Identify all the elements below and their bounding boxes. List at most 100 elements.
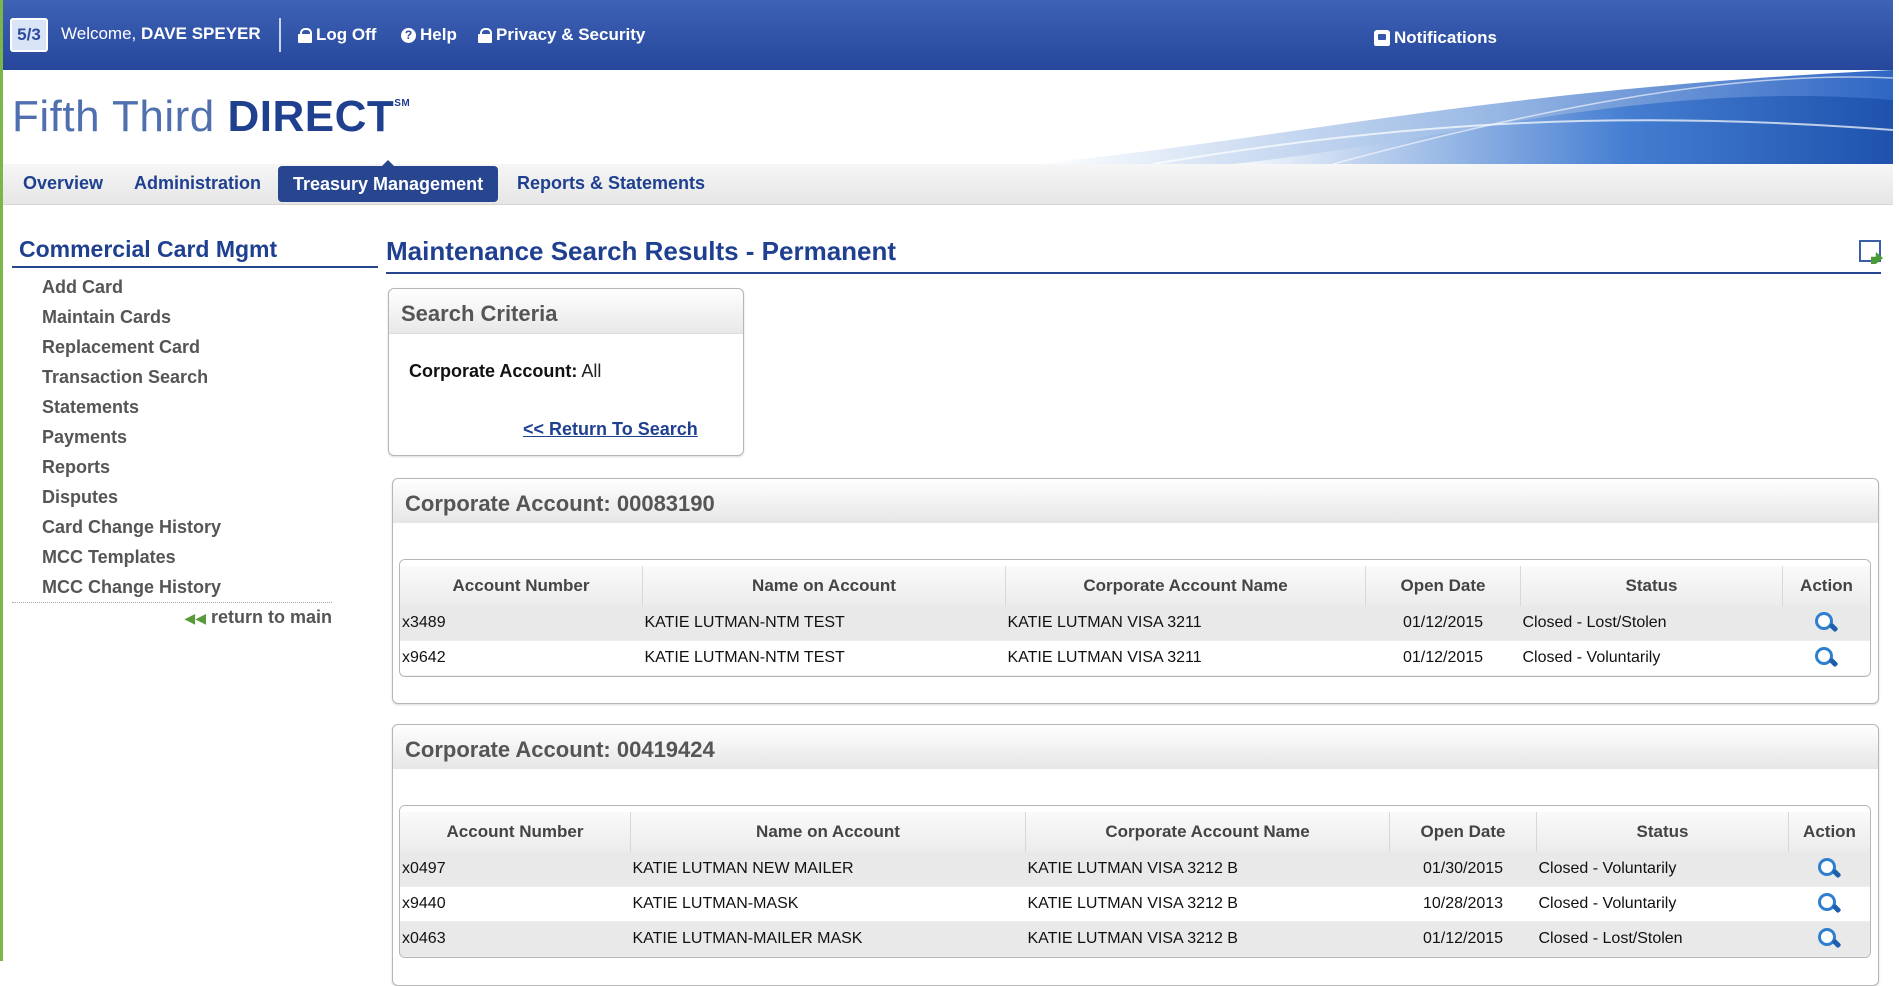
privacy-label: Privacy & Security <box>496 25 646 44</box>
table-row: x9642 KATIE LUTMAN-NTM TEST KATIE LUTMAN… <box>400 640 1870 676</box>
view-details-search-icon[interactable] <box>1814 611 1838 635</box>
col-action: Action <box>1788 806 1870 852</box>
cell-account-number: x9440 <box>400 886 631 922</box>
col-open-date[interactable]: Open Date <box>1389 806 1537 852</box>
table-row: x0497 KATIE LUTMAN NEW MAILER KATIE LUTM… <box>400 852 1870 887</box>
cell-corporate-account-name: KATIE LUTMAN VISA 3211 <box>1005 640 1366 676</box>
cell-status: Closed - Voluntarily <box>1520 640 1783 676</box>
cell-action <box>1782 606 1870 641</box>
help-icon: ? <box>401 27 416 43</box>
col-account-number[interactable]: Account Number <box>400 806 631 852</box>
brand-banner: Fifth Third DIRECTSM <box>3 70 1893 164</box>
sidebar-item-statements[interactable]: Statements <box>12 392 332 422</box>
sidebar: Commercial Card Mgmt Add Card Maintain C… <box>12 236 378 628</box>
welcome-text: Welcome, DAVE SPEYER <box>61 24 261 44</box>
corporate-account-header: Corporate Account: 00083190 <box>393 479 1878 523</box>
col-status[interactable]: Status <box>1520 560 1783 606</box>
search-criteria-panel: Search Criteria Corporate Account: All <… <box>388 288 744 456</box>
nav-administration[interactable]: Administration <box>134 173 261 194</box>
banner-swoosh <box>1033 70 1893 164</box>
sidebar-item-add-card[interactable]: Add Card <box>12 272 332 302</box>
cell-name-on-account: KATIE LUTMAN-MASK <box>630 886 1026 922</box>
table-row: x9440 KATIE LUTMAN-MASK KATIE LUTMAN VIS… <box>400 886 1870 922</box>
account-table-wrap: Account Number Name on Account Corporate… <box>399 559 1871 677</box>
welcome-prefix: Welcome, <box>61 24 137 43</box>
export-icon[interactable] <box>1859 240 1881 262</box>
table-row: x3489 KATIE LUTMAN-NTM TEST KATIE LUTMAN… <box>400 606 1870 641</box>
cell-open-date: 01/12/2015 <box>1365 606 1521 641</box>
account-table: Account Number Name on Account Corporate… <box>400 806 1870 957</box>
cell-status: Closed - Lost/Stolen <box>1536 921 1789 957</box>
col-corporate-account-name[interactable]: Corporate Account Name <box>1005 560 1366 606</box>
col-status[interactable]: Status <box>1536 806 1789 852</box>
view-details-search-icon[interactable] <box>1817 892 1841 916</box>
col-open-date[interactable]: Open Date <box>1365 560 1521 606</box>
corporate-account-panel: Corporate Account: 00083190 Account Numb… <box>392 478 1879 704</box>
cell-action <box>1782 640 1870 676</box>
cell-status: Closed - Voluntarily <box>1536 886 1789 922</box>
view-details-search-icon[interactable] <box>1817 857 1841 881</box>
cell-action <box>1788 921 1870 957</box>
nav-treasury-management[interactable]: Treasury Management <box>278 160 499 202</box>
corporate-account-header: Corporate Account: 00419424 <box>393 725 1878 769</box>
main-content: Maintenance Search Results - Permanent S… <box>386 236 1881 986</box>
account-table-wrap: Account Number Name on Account Corporate… <box>399 805 1871 958</box>
col-corporate-account-name[interactable]: Corporate Account Name <box>1025 806 1390 852</box>
table-header-row: Account Number Name on Account Corporate… <box>400 560 1870 606</box>
cell-account-number: x0497 <box>400 852 631 887</box>
table-row: x0463 KATIE LUTMAN-MAILER MASK KATIE LUT… <box>400 921 1870 957</box>
cell-corporate-account-name: KATIE LUTMAN VISA 3212 B <box>1025 886 1390 922</box>
col-account-number[interactable]: Account Number <box>400 560 643 606</box>
page-title: Maintenance Search Results - Permanent <box>386 236 1881 274</box>
cell-account-number: x3489 <box>400 606 643 641</box>
cell-name-on-account: KATIE LUTMAN-NTM TEST <box>642 606 1006 641</box>
search-criteria-header: Search Criteria <box>389 289 743 334</box>
col-name-on-account[interactable]: Name on Account <box>630 806 1026 852</box>
help-link[interactable]: ? Help <box>401 25 457 45</box>
logoff-link[interactable]: Log Off <box>298 25 376 45</box>
cell-open-date: 01/30/2015 <box>1389 852 1537 887</box>
cell-status: Closed - Voluntarily <box>1536 852 1789 887</box>
notifications-link[interactable]: Notifications <box>1374 28 1497 48</box>
sidebar-item-transaction-search[interactable]: Transaction Search <box>12 362 332 392</box>
view-details-search-icon[interactable] <box>1814 646 1838 670</box>
privacy-security-link[interactable]: Privacy & Security <box>478 25 645 45</box>
sidebar-item-card-change-history[interactable]: Card Change History <box>12 512 332 542</box>
view-details-search-icon[interactable] <box>1817 927 1841 951</box>
notifications-label: Notifications <box>1394 28 1497 47</box>
return-to-main-link[interactable]: ◀◀ return to main <box>12 607 332 628</box>
sidebar-item-payments[interactable]: Payments <box>12 422 332 452</box>
cell-open-date: 01/12/2015 <box>1365 640 1521 676</box>
cell-open-date: 01/12/2015 <box>1389 921 1537 957</box>
col-name-on-account[interactable]: Name on Account <box>642 560 1006 606</box>
sidebar-item-mcc-change-history[interactable]: MCC Change History <box>12 572 332 602</box>
criteria-field-value: All <box>581 361 602 381</box>
brand-bold: DIRECT <box>227 92 395 141</box>
sidebar-item-disputes[interactable]: Disputes <box>12 482 332 512</box>
brand-mark: SM <box>394 98 411 109</box>
nav-reports-statements[interactable]: Reports & Statements <box>517 173 705 194</box>
sidebar-title: Commercial Card Mgmt <box>12 236 378 268</box>
cell-action <box>1788 852 1870 887</box>
brand-thin: Fifth Third <box>12 92 215 141</box>
account-table: Account Number Name on Account Corporate… <box>400 560 1870 676</box>
cell-name-on-account: KATIE LUTMAN-NTM TEST <box>642 640 1006 676</box>
return-to-search-link[interactable]: << Return To Search <box>523 419 698 440</box>
return-arrows: << <box>523 419 545 439</box>
help-label: Help <box>420 25 457 44</box>
brand-logo: Fifth Third DIRECTSM <box>12 92 410 142</box>
sidebar-item-reports[interactable]: Reports <box>12 452 332 482</box>
criteria-row: Corporate Account: All <box>409 361 601 382</box>
corporate-account-panel: Corporate Account: 00419424 Account Numb… <box>392 724 1879 986</box>
sidebar-item-replacement-card[interactable]: Replacement Card <box>12 332 332 362</box>
return-to-search-label: Return To Search <box>549 419 698 439</box>
sidebar-item-maintain-cards[interactable]: Maintain Cards <box>12 302 332 332</box>
sidebar-item-mcc-templates[interactable]: MCC Templates <box>12 542 332 572</box>
cell-open-date: 10/28/2013 <box>1389 886 1537 922</box>
col-action: Action <box>1782 560 1870 606</box>
user-name: DAVE SPEYER <box>141 24 261 43</box>
sidebar-menu: Add Card Maintain Cards Replacement Card… <box>12 268 332 603</box>
topbar-divider <box>279 18 281 52</box>
nav-overview[interactable]: Overview <box>23 173 103 194</box>
bank-logo-icon[interactable]: 5/3 <box>10 18 48 52</box>
